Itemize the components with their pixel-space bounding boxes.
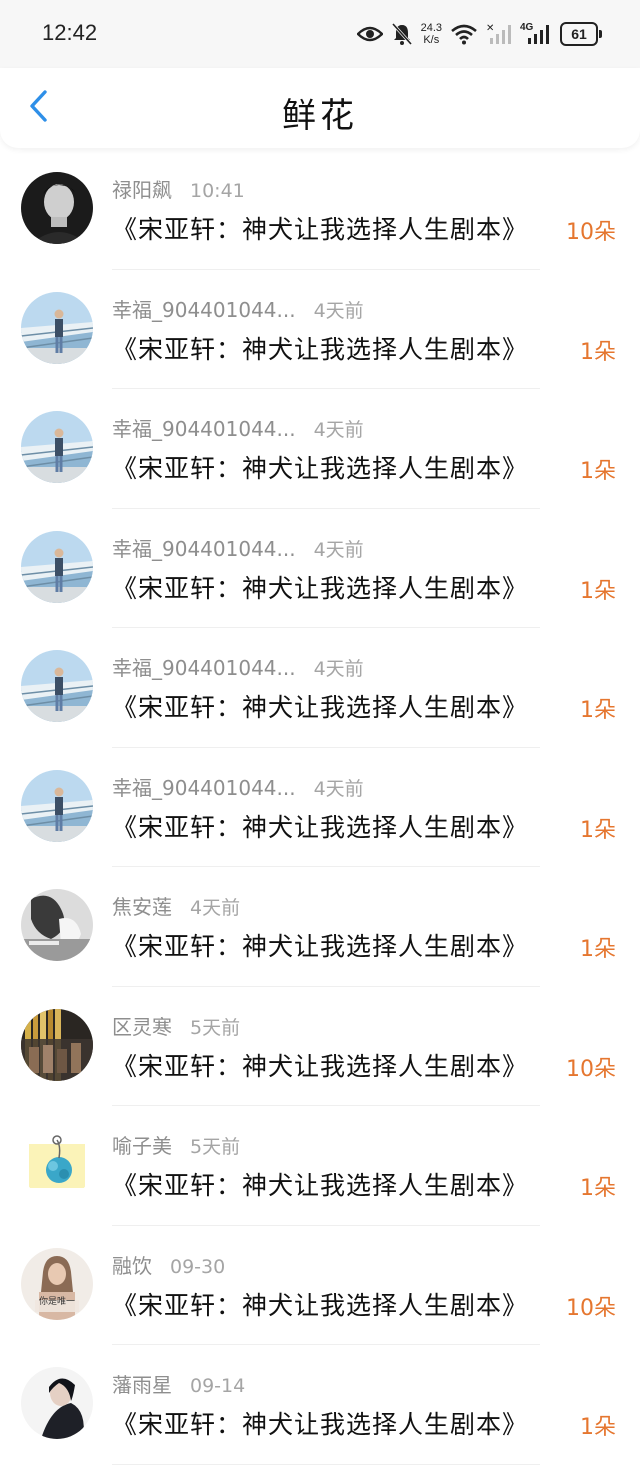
meta-line: 幸福_904401044... 4天前 — [112, 294, 364, 323]
user-name[interactable]: 藩雨星 — [112, 1369, 172, 1398]
avatar[interactable] — [21, 172, 93, 244]
avatar[interactable] — [21, 1367, 93, 1439]
meta-line: 喻子美 5天前 — [112, 1130, 240, 1159]
timestamp: 4天前 — [313, 299, 364, 322]
flower-count: 1朵 — [580, 1415, 616, 1440]
book-title[interactable]: 《宋亚轩：神犬让我选择人生剧本》 — [112, 1166, 528, 1202]
flower-count: 10朵 — [566, 1056, 616, 1082]
user-name[interactable]: 幸福_904401044... — [112, 652, 296, 681]
status-icons: 24.3 K/s ✕ 4G 61 — [356, 18, 602, 50]
meta-line: 焦安莲 4天前 — [112, 891, 240, 920]
meta-line: 融饮 09-30 — [112, 1250, 225, 1279]
meta-line: 区灵寒 5天前 — [112, 1011, 240, 1040]
timestamp: 09-30 — [170, 1255, 226, 1278]
flower-list: 禄阳飙 10:41 《宋亚轩：神犬让我选择人生剧本》 10朵 幸福_904401… — [0, 150, 640, 1465]
status-bar: 12:42 24.3 K/s ✕ 4G 61 — [0, 0, 640, 68]
flower-count: 1朵 — [580, 578, 616, 604]
avatar[interactable]: 你是唯一 — [21, 1247, 93, 1320]
user-name[interactable]: 禄阳飙 — [112, 174, 172, 203]
battery-level: 61 — [571, 26, 587, 42]
avatar[interactable] — [21, 769, 93, 842]
avatar[interactable] — [21, 411, 93, 483]
user-name[interactable]: 幸福_904401044... — [112, 413, 296, 442]
status-time: 12:42 — [42, 20, 98, 45]
divider — [112, 1463, 540, 1465]
user-name[interactable]: 幸福_904401044... — [112, 533, 296, 562]
book-title[interactable]: 《宋亚轩：神犬让我选择人生剧本》 — [112, 330, 528, 366]
wifi-icon — [450, 23, 478, 45]
header: 鲜花 — [0, 68, 640, 148]
list-item[interactable]: 喻子美 5天前 《宋亚轩：神犬让我选择人生剧本》 1朵 — [0, 1106, 640, 1226]
net-speed-unit: K/s — [423, 34, 440, 46]
network-type: 4G — [520, 22, 534, 33]
book-title[interactable]: 《宋亚轩：神犬让我选择人生剧本》 — [112, 927, 528, 963]
timestamp: 5天前 — [190, 1016, 241, 1039]
flower-count: 10朵 — [566, 1295, 616, 1321]
list-item[interactable]: 你是唯一 融饮 09-30 《宋亚轩：神犬让我选择人生剧本》 10朵 — [0, 1226, 640, 1345]
list-item[interactable]: 禄阳飙 10:41 《宋亚轩：神犬让我选择人生剧本》 10朵 — [0, 150, 640, 270]
flower-count: 1朵 — [580, 459, 616, 484]
timestamp: 4天前 — [313, 658, 364, 680]
user-name[interactable]: 幸福_904401044... — [112, 772, 296, 801]
meta-line: 禄阳飙 10:41 — [112, 174, 245, 203]
list-item[interactable]: 幸福_904401044... 4天前 《宋亚轩：神犬让我选择人生剧本》 1朵 — [0, 748, 640, 867]
flower-count: 10朵 — [566, 220, 616, 245]
list-item[interactable]: 幸福_904401044... 4天前 《宋亚轩：神犬让我选择人生剧本》 1朵 — [0, 628, 640, 748]
avatar[interactable] — [21, 1128, 93, 1200]
timestamp: 5天前 — [190, 1136, 241, 1158]
book-title[interactable]: 《宋亚轩：神犬让我选择人生剧本》 — [112, 1047, 528, 1083]
battery-indicator: 61 — [560, 22, 602, 46]
eye-icon — [356, 24, 383, 44]
meta-line: 幸福_904401044... 4天前 — [112, 413, 364, 442]
book-title[interactable]: 《宋亚轩：神犬让我选择人生剧本》 — [112, 1405, 528, 1441]
book-title[interactable]: 《宋亚轩：神犬让我选择人生剧本》 — [112, 808, 528, 844]
meta-line: 藩雨星 09-14 — [112, 1369, 245, 1398]
net-speed: 24.3 K/s — [421, 22, 442, 46]
avatar[interactable] — [21, 530, 93, 603]
meta-line: 幸福_904401044... 4天前 — [112, 772, 364, 801]
timestamp: 09-14 — [190, 1375, 246, 1397]
list-item[interactable]: 幸福_904401044... 4天前 《宋亚轩：神犬让我选择人生剧本》 1朵 — [0, 389, 640, 509]
meta-line: 幸福_904401044... 4天前 — [112, 652, 364, 681]
user-name[interactable]: 幸福_904401044... — [112, 294, 296, 323]
user-name[interactable]: 喻子美 — [112, 1130, 172, 1159]
timestamp: 10:41 — [190, 180, 245, 202]
list-item[interactable]: 区灵寒 5天前 《宋亚轩：神犬让我选择人生剧本》 10朵 — [0, 987, 640, 1106]
avatar[interactable] — [21, 291, 93, 364]
net-speed-value: 24.3 — [420, 22, 442, 34]
timestamp: 4天前 — [313, 777, 364, 800]
book-title[interactable]: 《宋亚轩：神犬让我选择人生剧本》 — [112, 569, 528, 605]
meta-line: 幸福_904401044... 4天前 — [112, 533, 364, 562]
timestamp: 4天前 — [190, 897, 241, 919]
book-title[interactable]: 《宋亚轩：神犬让我选择人生剧本》 — [112, 210, 528, 246]
avatar-caption: 你是唯一 — [38, 1296, 75, 1307]
flower-count: 1朵 — [580, 937, 616, 962]
list-item[interactable]: 幸福_904401044... 4天前 《宋亚轩：神犬让我选择人生剧本》 1朵 — [0, 270, 640, 389]
user-name[interactable]: 焦安莲 — [112, 891, 172, 920]
flower-count: 1朵 — [580, 339, 616, 365]
user-name[interactable]: 区灵寒 — [112, 1011, 172, 1040]
list-item[interactable]: 幸福_904401044... 4天前 《宋亚轩：神犬让我选择人生剧本》 1朵 — [0, 509, 640, 628]
svg-text:✕: ✕ — [486, 23, 494, 34]
flower-count: 1朵 — [580, 1176, 616, 1201]
flower-count: 1朵 — [580, 698, 616, 723]
book-title[interactable]: 《宋亚轩：神犬让我选择人生剧本》 — [112, 1286, 528, 1322]
book-title[interactable]: 《宋亚轩：神犬让我选择人生剧本》 — [112, 449, 528, 485]
avatar[interactable] — [21, 889, 93, 961]
timestamp: 4天前 — [313, 538, 364, 561]
signal-icon: 4G — [520, 22, 552, 46]
user-name[interactable]: 融饮 — [112, 1250, 152, 1279]
avatar[interactable] — [21, 650, 93, 722]
signal-off-icon: ✕ — [486, 22, 514, 46]
book-title[interactable]: 《宋亚轩：神犬让我选择人生剧本》 — [112, 688, 528, 724]
avatar[interactable] — [21, 1008, 93, 1081]
mute-bell-icon — [391, 22, 413, 46]
flower-count: 1朵 — [580, 817, 616, 843]
timestamp: 4天前 — [313, 419, 364, 441]
list-item[interactable]: 藩雨星 09-14 《宋亚轩：神犬让我选择人生剧本》 1朵 — [0, 1345, 640, 1465]
page-title: 鲜花 — [282, 96, 358, 136]
list-item[interactable]: 焦安莲 4天前 《宋亚轩：神犬让我选择人生剧本》 1朵 — [0, 867, 640, 987]
